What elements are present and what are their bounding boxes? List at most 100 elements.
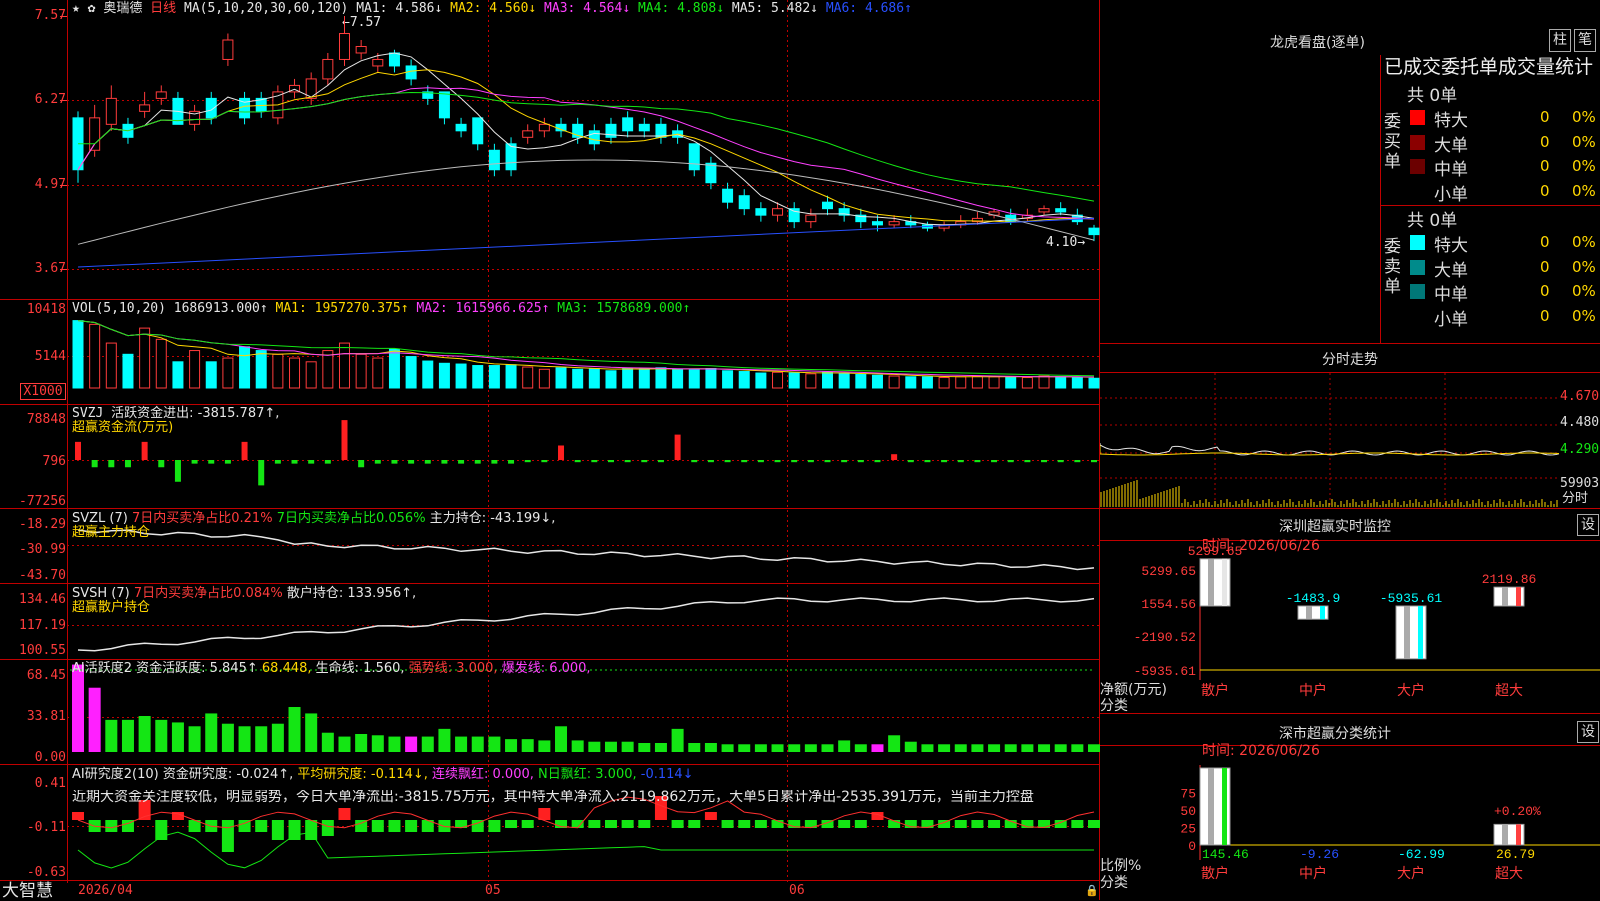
research-bar (971, 820, 984, 828)
buy-row-count: 0 (1540, 108, 1550, 126)
fund-flow-bar (907, 460, 914, 463)
activity-bar (171, 722, 184, 752)
fund-flow-bar (924, 460, 931, 463)
research-bar (255, 820, 268, 832)
buy-row-count: 0 (1540, 157, 1550, 175)
tick-mode-button[interactable]: 笔 (1574, 29, 1596, 52)
research-bar (72, 812, 84, 820)
vol-ma3: MA3: 1578689.000↑ (557, 301, 691, 316)
candle-body (871, 221, 883, 226)
volume-bar (1071, 377, 1083, 389)
volume-bar (89, 323, 101, 389)
research-bar (1071, 820, 1084, 828)
activity-bar (555, 726, 568, 752)
fund-flow-bar (1024, 460, 1031, 463)
ai2-axis-1: 0.41 (34, 776, 66, 791)
vol-axis-2: 5144 (34, 349, 66, 364)
research-bar (688, 820, 701, 828)
sz-bar-shade (1306, 606, 1312, 620)
research-bar (921, 820, 934, 828)
sc-bar-label: 大户 (1397, 865, 1425, 881)
activity-bar (538, 740, 551, 752)
volume-bar (189, 350, 201, 389)
candle-body (105, 97, 117, 125)
fund-flow-bar (241, 441, 248, 460)
volume-bar (105, 342, 117, 389)
volume-bar (755, 372, 767, 389)
fund-flow-bar (1091, 460, 1097, 463)
sc-bar-accent (1222, 768, 1227, 845)
volume-bar (555, 367, 567, 389)
research-bar (838, 820, 851, 828)
candle-body (322, 58, 334, 80)
vol-ma2: MA2: 1615966.625↑ (416, 301, 550, 316)
fund-flow-bar (574, 460, 581, 463)
fund-flow-bar (458, 460, 465, 464)
research-bar (604, 820, 617, 828)
activity-bar (1071, 744, 1084, 752)
ai2-last: -0.114↓ (640, 767, 694, 782)
volume-bar (672, 368, 684, 389)
activity-bar (221, 723, 234, 752)
fund-flow-bar (274, 460, 281, 464)
sell-row-label: 中单 (1434, 285, 1468, 305)
ai1-strong: 强势线: 3.000, (408, 661, 498, 676)
sell-color-swatch (1410, 308, 1425, 324)
bar-mode-button[interactable]: 柱 (1549, 29, 1571, 52)
sz-bar-label: 中户 (1299, 682, 1327, 698)
candle-body (505, 143, 517, 171)
buy-color-swatch (1410, 134, 1425, 150)
svsh-hold: 散户持仓: 133.956↑, (286, 586, 417, 601)
activity-bar (804, 744, 817, 752)
fund-flow-bar (741, 460, 748, 463)
candle-body (355, 45, 367, 54)
research-bar (271, 820, 284, 840)
activity-bar (371, 735, 384, 752)
sc-bar-shade (1502, 824, 1508, 845)
sz-y-label: -2190.52 (1134, 630, 1196, 645)
sell-row-label: 特大 (1434, 236, 1468, 256)
volume-bar (172, 361, 184, 389)
vol-header: VOL(5,10,20) 1686913.000↑ MA1: 1957270.3… (72, 302, 690, 316)
activity-bar (438, 728, 451, 752)
candle-body (1038, 208, 1050, 213)
k-line-charts[interactable] (0, 0, 1100, 900)
lock-icon[interactable]: 🔒 (1085, 884, 1099, 898)
sell-color-swatch (1410, 235, 1425, 250)
volume-bar (605, 370, 617, 389)
ai2-red: 连续飘红: 0.000, (432, 767, 534, 782)
fund-flow-bar (1041, 460, 1048, 463)
sc-bar-label: 散户 (1201, 865, 1229, 881)
candle-body (338, 33, 350, 60)
sell-total: 共 0单 (1407, 211, 1458, 231)
sz-monitor-chart: 5299.651554.56-2190.52-5935.615299.65散户-… (1134, 544, 1600, 698)
intraday-chart[interactable] (1100, 373, 1560, 508)
candle-body (405, 65, 417, 80)
ai2-comment: 近期大资金关注度较低，明显弱势，今日大单净流出:-3815.75万元，其中特大单… (72, 790, 1034, 804)
volume-bar (538, 368, 550, 389)
sc-stats-settings-button[interactable]: 设 (1577, 721, 1599, 743)
fund-flow-bar (208, 460, 215, 464)
sell-row-pct: 0% (1572, 257, 1596, 276)
fund-flow-bar (224, 460, 231, 464)
buy-row-label: 大单 (1434, 135, 1468, 156)
activity-bar (455, 736, 468, 752)
fund-flow-bar (75, 441, 81, 460)
intraday-vol: 59903 (1560, 476, 1600, 491)
sz-monitor-settings-button[interactable]: 设 (1577, 514, 1599, 536)
research-bar (1038, 820, 1051, 828)
activity-bar (471, 736, 484, 752)
sz-class-label: 分类 (1100, 698, 1128, 714)
sz-bar-shade (1502, 587, 1508, 606)
sz-y-label: -5935.61 (1134, 664, 1197, 679)
svsh-axis-2: 117.19 (19, 618, 66, 633)
sc-bar-value: -9.26 (1300, 847, 1339, 862)
buy-row-count: 0 (1540, 181, 1550, 200)
fund-flow-bar (424, 460, 431, 464)
fund-flow-bar (691, 460, 698, 463)
sell-color-swatch (1410, 284, 1425, 299)
sz-bar-label: 散户 (1201, 682, 1229, 698)
activity-bar (721, 744, 734, 752)
buy-row-pct: 0% (1572, 181, 1596, 200)
fund-flow-bar (141, 441, 148, 460)
